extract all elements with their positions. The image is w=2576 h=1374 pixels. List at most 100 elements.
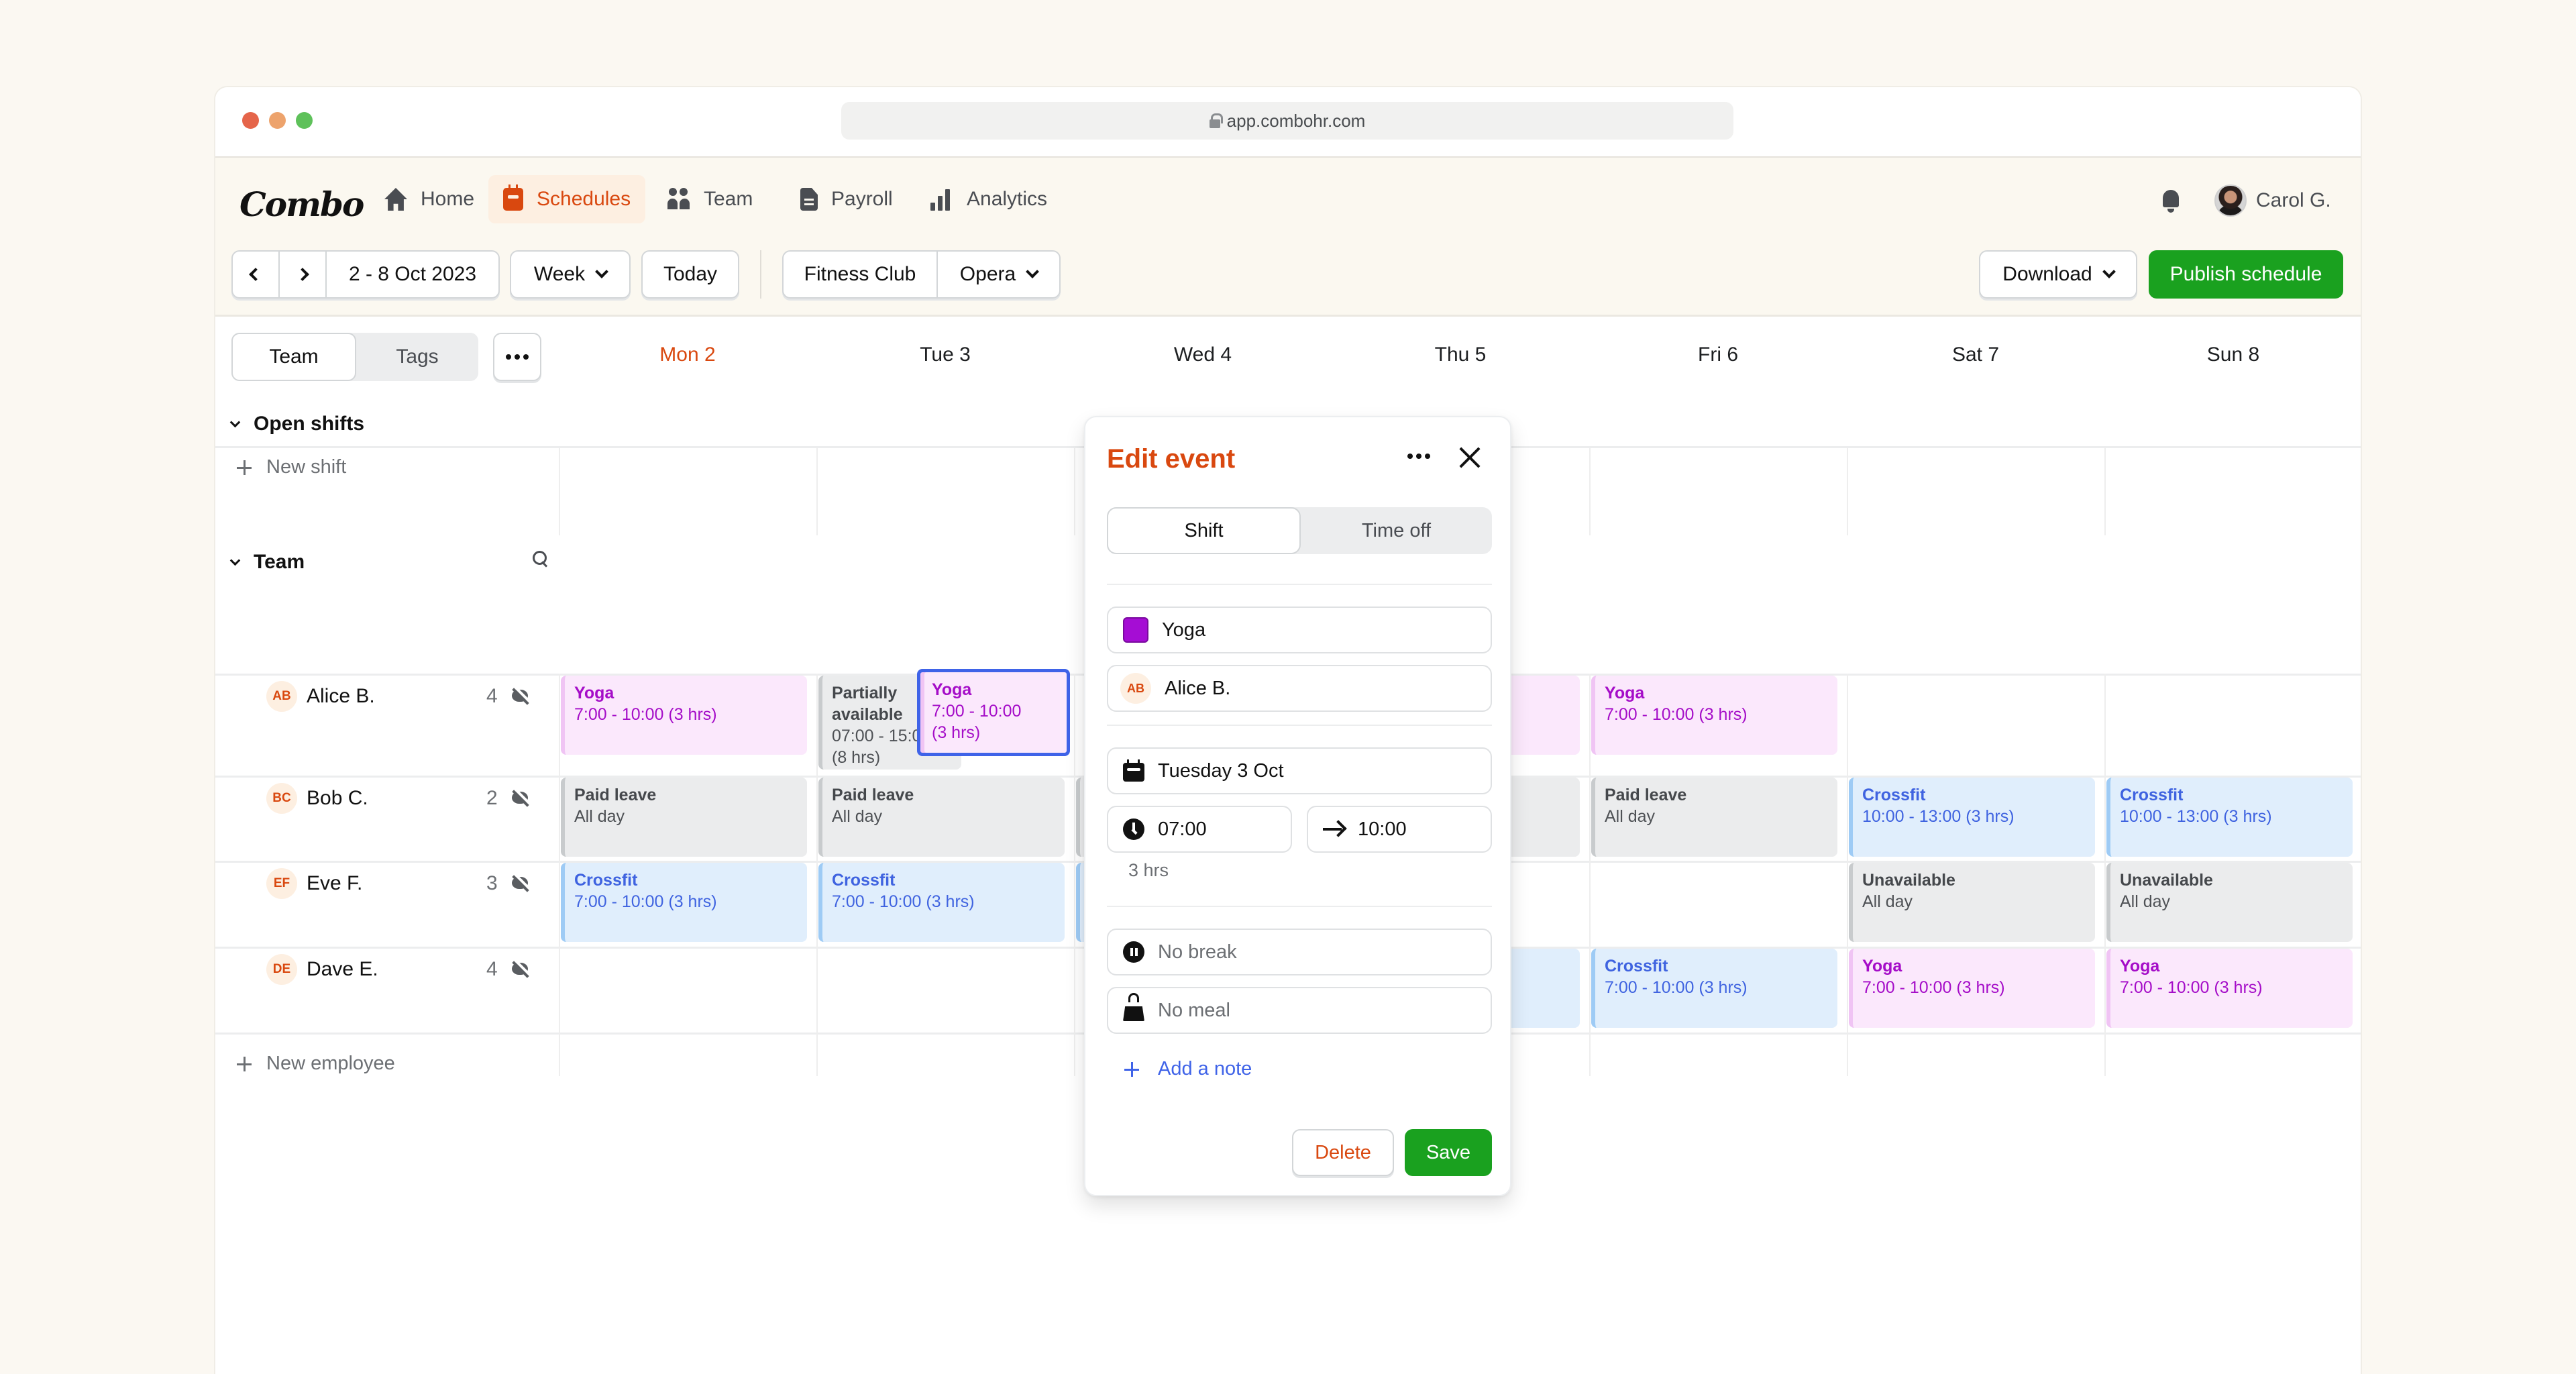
shift-card[interactable]: Paid leave All day bbox=[818, 778, 1065, 857]
app-header: Combo Home Schedules Team Payroll Analyt… bbox=[215, 158, 2361, 317]
combo-logo[interactable]: Combo bbox=[239, 184, 364, 224]
employee-row[interactable]: DE Dave E. 4 bbox=[215, 949, 559, 990]
avatar: DE bbox=[266, 954, 297, 985]
shift-card[interactable]: Paid leave All day bbox=[1591, 778, 1837, 857]
employee-row[interactable]: EF Eve F. 3 bbox=[215, 863, 559, 904]
shift-card[interactable]: Paid leave All day bbox=[561, 778, 807, 857]
meal-value: No meal bbox=[1158, 999, 1230, 1021]
start-time-field[interactable]: 07:00 bbox=[1107, 806, 1292, 853]
shift-card[interactable]: Yoga 7:00 - 10:00 (3 hrs) bbox=[1849, 949, 2095, 1028]
shift-card[interactable]: Crossfit 10:00 - 13:00 (3 hrs) bbox=[1849, 778, 2095, 857]
today-button[interactable]: Today bbox=[641, 250, 739, 299]
eye-off-icon[interactable] bbox=[511, 688, 532, 704]
more-options-button[interactable] bbox=[493, 333, 541, 381]
date-range-picker[interactable]: 2 - 8 Oct 2023 bbox=[327, 252, 498, 297]
view-label: Week bbox=[533, 263, 586, 285]
shift-card[interactable]: Unavailable All day bbox=[1849, 863, 2095, 942]
shift-count: 3 bbox=[486, 872, 498, 894]
event-time: (3 hrs) bbox=[932, 723, 981, 742]
delete-button[interactable]: Delete bbox=[1292, 1129, 1394, 1176]
prev-week-button[interactable] bbox=[233, 252, 280, 297]
day-header: Wed 4 bbox=[1173, 344, 1232, 366]
location-select[interactable]: Fitness Club bbox=[784, 252, 938, 297]
eye-off-icon[interactable] bbox=[511, 876, 532, 892]
nav-item-team[interactable]: Team bbox=[653, 175, 767, 223]
shift-count: 4 bbox=[486, 958, 498, 980]
user-menu[interactable]: Carol G. bbox=[2214, 184, 2331, 217]
shift-card[interactable]: Crossfit 10:00 - 13:00 (3 hrs) bbox=[2106, 778, 2353, 857]
new-employee-button[interactable]: New employee bbox=[237, 1053, 395, 1075]
avatar bbox=[2214, 184, 2247, 217]
tab-shift[interactable]: Shift bbox=[1107, 507, 1301, 554]
popup-more-button[interactable] bbox=[1407, 454, 1430, 459]
day-header: Tue 3 bbox=[920, 344, 971, 366]
divider bbox=[1107, 725, 1492, 726]
employee-select[interactable]: AB Alice B. bbox=[1107, 665, 1492, 712]
nav-item-payroll[interactable]: Payroll bbox=[786, 175, 908, 223]
minimize-window-button[interactable] bbox=[269, 112, 286, 129]
date-field[interactable]: Tuesday 3 Oct bbox=[1107, 747, 1492, 794]
open-shifts-section[interactable]: Open shifts bbox=[229, 413, 364, 435]
event-time: 7:00 - 10:00 (3 hrs) bbox=[2120, 978, 2263, 997]
next-week-button[interactable] bbox=[280, 252, 327, 297]
url-bar[interactable]: app.combohr.com bbox=[841, 102, 1733, 140]
shift-card[interactable]: Unavailable All day bbox=[2106, 863, 2353, 942]
event-time: All day bbox=[832, 807, 883, 826]
team-filter-select[interactable]: Opera bbox=[938, 252, 1059, 297]
chevron-down-icon bbox=[1026, 265, 1040, 278]
view-select[interactable]: Week bbox=[510, 250, 631, 299]
search-icon[interactable] bbox=[533, 551, 550, 568]
tab-team[interactable]: Team bbox=[231, 333, 356, 381]
shift-card[interactable]: Yoga 7:00 - 10:00 (3 hrs) bbox=[1591, 676, 1837, 755]
nav-item-label: Team bbox=[704, 188, 753, 210]
shift-card[interactable]: Yoga 7:00 - 10:00 (3 hrs) bbox=[561, 676, 807, 755]
event-title: Paid leave bbox=[1605, 786, 1687, 804]
nav-item-analytics[interactable]: Analytics bbox=[916, 175, 1062, 223]
close-icon[interactable] bbox=[1458, 446, 1481, 469]
shift-type-value: Yoga bbox=[1162, 619, 1206, 641]
start-time-value: 07:00 bbox=[1158, 818, 1207, 840]
publish-schedule-button[interactable]: Publish schedule bbox=[2149, 250, 2343, 299]
event-title: Yoga bbox=[2120, 957, 2160, 975]
chevron-right-icon bbox=[296, 268, 309, 281]
event-time: 7:00 - 10:00 (3 hrs) bbox=[1605, 978, 1748, 997]
eye-off-icon[interactable] bbox=[511, 961, 532, 977]
location-filter: Fitness Club Opera bbox=[782, 250, 1061, 299]
event-title: Yoga bbox=[1605, 684, 1645, 702]
employee-row[interactable]: BC Bob C. 2 bbox=[215, 778, 559, 818]
tab-tags[interactable]: Tags bbox=[356, 333, 478, 381]
event-time: 10:00 - 13:00 (3 hrs) bbox=[2120, 807, 2272, 826]
employee-row[interactable]: AB Alice B. 4 bbox=[215, 676, 559, 717]
grid-line bbox=[816, 674, 818, 1076]
close-window-button[interactable] bbox=[242, 112, 259, 129]
download-button[interactable]: Download bbox=[1979, 250, 2137, 299]
selected-shift-card[interactable]: Yoga 7:00 - 10:00 (3 hrs) bbox=[917, 669, 1070, 756]
shift-card[interactable]: Crossfit 7:00 - 10:00 (3 hrs) bbox=[818, 863, 1065, 942]
meal-field[interactable]: No meal bbox=[1107, 987, 1492, 1034]
url-text: app.combohr.com bbox=[1226, 110, 1366, 131]
event-title: Yoga bbox=[574, 684, 614, 702]
avatar: BC bbox=[266, 783, 297, 814]
bell-icon[interactable] bbox=[2161, 190, 2181, 214]
avatar: EF bbox=[266, 868, 297, 899]
break-field[interactable]: No break bbox=[1107, 929, 1492, 975]
team-section[interactable]: Team bbox=[229, 551, 550, 574]
eye-off-icon[interactable] bbox=[511, 790, 532, 806]
day-header: Mon 2 bbox=[659, 344, 716, 366]
add-note-button[interactable]: Add a note bbox=[1124, 1058, 1252, 1080]
shift-card[interactable]: Crossfit 7:00 - 10:00 (3 hrs) bbox=[561, 863, 807, 942]
tab-time-off[interactable]: Time off bbox=[1301, 507, 1492, 554]
event-time: 7:00 - 10:00 bbox=[932, 702, 1022, 721]
end-time-field[interactable]: 10:00 bbox=[1307, 806, 1492, 853]
nav-item-schedules[interactable]: Schedules bbox=[488, 175, 646, 223]
document-icon bbox=[800, 188, 818, 211]
nav-item-home[interactable]: Home bbox=[370, 175, 489, 223]
event-time: All day bbox=[2120, 892, 2171, 911]
maximize-window-button[interactable] bbox=[296, 112, 313, 129]
shift-type-select[interactable]: Yoga bbox=[1107, 606, 1492, 653]
new-shift-button[interactable]: New shift bbox=[237, 456, 346, 478]
event-time: 7:00 - 10:00 (3 hrs) bbox=[1862, 978, 2005, 997]
save-button[interactable]: Save bbox=[1405, 1129, 1492, 1176]
shift-card[interactable]: Yoga 7:00 - 10:00 (3 hrs) bbox=[2106, 949, 2353, 1028]
shift-card[interactable]: Crossfit 7:00 - 10:00 (3 hrs) bbox=[1591, 949, 1837, 1028]
